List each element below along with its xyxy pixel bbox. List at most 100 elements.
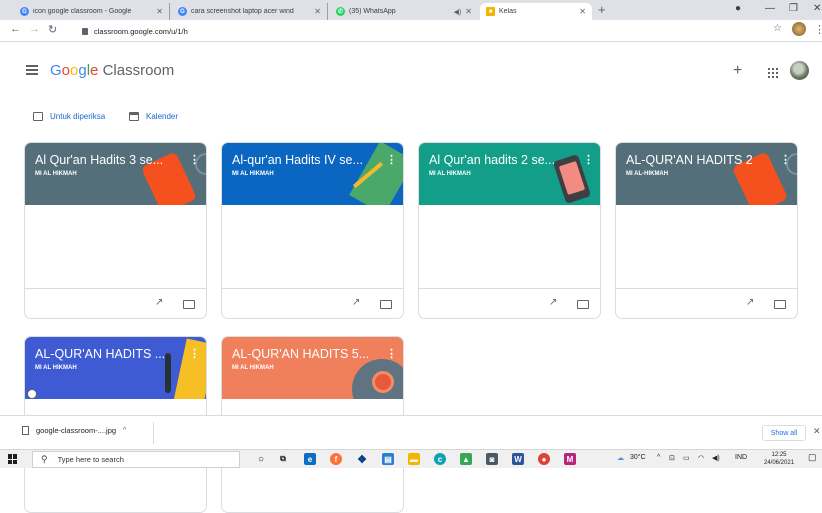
network-icon[interactable]: ⊡ [669,454,675,462]
file-explorer-icon[interactable]: ▬ [408,453,420,465]
profile-circle-icon[interactable]: ● [735,3,741,14]
trending-icon[interactable]: ↗ [155,297,163,308]
divider [153,422,154,444]
brand-product: Classroom [102,62,175,79]
chevron-up-icon[interactable]: ^ [123,427,126,434]
profile-avatar[interactable] [792,22,806,36]
minimize-icon[interactable]: — [765,3,775,14]
drive-icon[interactable]: ▲ [460,453,472,465]
tab-whatsapp[interactable]: ✆ (35) WhatsApp ◀) ✕ [330,3,478,20]
chevron-up-icon[interactable]: ^ [657,454,660,461]
new-tab-button[interactable]: + [598,2,606,17]
app-icon[interactable]: M [564,453,576,465]
window-close-icon[interactable]: ✕ [813,3,821,14]
windows-start-icon[interactable] [8,454,18,464]
volume-icon[interactable]: ◀) [712,454,720,462]
class-card[interactable]: AL-QUR'AN HADITS 2 MI AL-HIKMAH ⋮ ↗ [615,142,798,319]
brand-google: Google [50,62,99,79]
more-options-icon[interactable]: ⋮ [583,153,594,166]
tab-google-search-2[interactable]: G cara screenshot laptop acer wind ✕ [172,3,328,20]
more-options-icon[interactable]: ⋮ [189,153,200,166]
close-icon[interactable]: ✕ [156,7,163,16]
tab-google-search[interactable]: G icon google classroom - Google ✕ [14,3,170,20]
account-avatar[interactable] [790,61,809,80]
apps-grid-icon[interactable] [768,68,778,78]
add-class-button[interactable]: + [733,62,742,80]
tab-title: (35) WhatsApp [349,8,396,15]
tab-title: cara screenshot laptop acer wind [191,8,294,15]
classroom-header: Google Classroom + [0,43,822,101]
task-view-icon[interactable]: ⧉ [277,453,289,465]
to-review-link[interactable]: Untuk diperiksa [33,112,105,121]
cortana-icon[interactable]: ○ [255,453,267,465]
class-card[interactable]: Al Qur'an Hadits 3 se... MI AL HIKMAH ⋮ … [24,142,207,319]
class-section: MI AL HIKMAH [429,171,471,177]
chrome-icon[interactable]: ● [538,453,550,465]
more-options-icon[interactable]: ⋮ [386,347,397,360]
hamburger-menu-icon[interactable] [26,65,38,75]
dropbox-icon[interactable]: ❖ [356,453,368,466]
close-icon[interactable]: ✕ [465,7,472,16]
browser-icon[interactable]: c [434,453,446,465]
folder-icon[interactable] [183,300,195,309]
word-icon[interactable]: W [512,453,524,465]
reload-icon[interactable]: ↻ [48,23,57,36]
class-section: MI AL HIKMAH [232,365,274,371]
notification-icon[interactable]: ▢ [808,452,817,463]
tab-kelas[interactable]: ■ Kelas ✕ [480,3,592,20]
class-title[interactable]: AL-QUR'AN HADITS 2 [626,153,776,167]
more-options-icon[interactable]: ⋮ [780,153,791,166]
classroom-icon: ■ [486,7,495,16]
edge-icon[interactable]: e [304,453,316,465]
more-options-icon[interactable]: ⋮ [189,347,200,360]
class-title[interactable]: Al Qur'an hadits 2 se... [429,153,579,167]
bookmark-star-icon[interactable]: ☆ [773,23,782,34]
tab-title: icon google classroom - Google [33,8,132,15]
download-item[interactable]: google-classroom-....jpg ^ [22,426,126,435]
google-icon: G [178,7,187,16]
more-options-icon[interactable]: ⋮ [386,153,397,166]
class-title[interactable]: Al-qur'an Hadits IV se... [232,153,382,167]
menu-dots-icon[interactable]: ⋮ [814,23,822,36]
class-card[interactable]: Al Qur'an hadits 2 se... MI AL HIKMAH ⋮ … [418,142,601,319]
lock-icon [82,27,88,35]
class-card[interactable]: Al-qur'an Hadits IV se... MI AL HIKMAH ⋮… [221,142,404,319]
trending-icon[interactable]: ↗ [549,297,557,308]
image-file-icon [22,426,29,435]
clock[interactable]: 12:25 24/06/2021 [764,451,794,467]
wifi-icon[interactable]: ◠ [698,454,704,462]
class-title[interactable]: AL-QUR'AN HADITS ... [35,347,185,361]
folder-icon[interactable] [380,300,392,309]
photos-icon[interactable]: ◙ [486,453,498,465]
trending-icon[interactable]: ↗ [352,297,360,308]
download-filename: google-classroom-....jpg [36,426,117,435]
close-icon[interactable]: ✕ [813,426,821,437]
back-icon[interactable]: ← [10,23,21,35]
classroom-logo[interactable]: Google Classroom [50,62,174,79]
decor-dot [372,371,394,393]
forward-icon[interactable]: → [29,23,40,35]
calendar-icon [129,112,139,121]
smiley-icon [27,389,37,399]
restore-icon[interactable]: ❐ [789,3,798,14]
show-all-button[interactable]: Show all [762,425,806,441]
taskbar-search-input[interactable]: ⚲ Type here to search [32,451,240,468]
weather-icon: ☁ [617,455,624,462]
whatsapp-icon: ✆ [336,7,345,16]
folder-icon[interactable] [774,300,786,309]
windows-taskbar: ⚲ Type here to search ○ ⧉ e f ❖ ▤ ▬ c ▲ … [0,449,822,468]
close-icon[interactable]: ✕ [579,7,586,16]
firefox-icon[interactable]: f [330,453,342,465]
trending-icon[interactable]: ↗ [746,297,754,308]
battery-icon[interactable]: ▭ [683,454,690,462]
store-icon[interactable]: ▤ [382,453,394,465]
url-field[interactable]: classroom.google.com/u/1/h [82,24,762,38]
weather-temp[interactable]: 30°C [630,454,646,461]
language-indicator[interactable]: IND [735,454,747,461]
class-title[interactable]: AL-QUR'AN HADITS 5... [232,347,382,361]
class-title[interactable]: Al Qur'an Hadits 3 se... [35,153,185,167]
folder-icon[interactable] [577,300,589,309]
close-icon[interactable]: ✕ [314,7,321,16]
class-card-footer: ↗ [616,288,797,318]
calendar-link[interactable]: Kalender [129,112,178,121]
